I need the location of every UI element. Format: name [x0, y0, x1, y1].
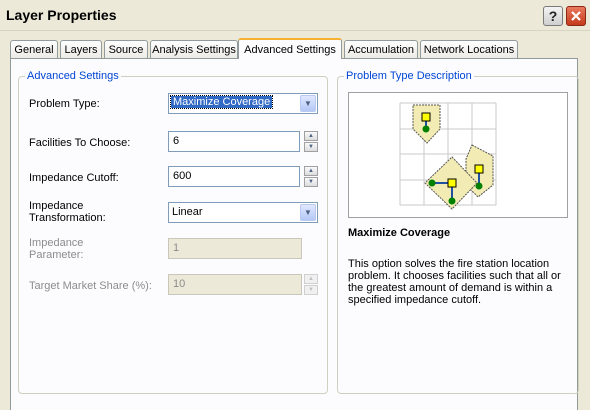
market-share-spinner: ▲ ▼ [304, 274, 318, 295]
spin-down-icon: ▼ [304, 285, 318, 295]
cutoff-input[interactable]: 600 [168, 166, 300, 187]
dropdown-arrow-icon[interactable]: ▼ [300, 95, 316, 112]
facilities-input[interactable]: 6 [168, 131, 300, 152]
tab-source[interactable]: Source [104, 40, 148, 58]
tab-network-locations[interactable]: Network Locations [420, 40, 518, 58]
parameter-label-line2: Parameter: [29, 249, 84, 261]
dropdown-arrow-icon[interactable]: ▼ [300, 204, 316, 221]
coverage-area-1 [412, 104, 441, 144]
transformation-dropdown[interactable]: Linear ▼ [168, 202, 318, 223]
transformation-label-line1: Impedance [29, 200, 84, 212]
title-bar: Layer Properties ? [0, 0, 590, 31]
problem-type-dropdown[interactable]: Maximize Coverage ▼ [168, 93, 318, 114]
parameter-label-line1: Impedance [29, 237, 84, 249]
tab-accumulation[interactable]: Accumulation [344, 40, 418, 58]
tab-analysis-settings[interactable]: Analysis Settings [150, 40, 238, 58]
spin-down-icon[interactable]: ▼ [304, 142, 318, 152]
tab-advanced-settings[interactable]: Advanced Settings [238, 38, 342, 59]
problem-type-label: Problem Type: [29, 98, 100, 110]
parameter-input: 1 [168, 238, 302, 259]
help-icon: ? [548, 8, 558, 24]
spin-up-icon[interactable]: ▲ [304, 131, 318, 141]
description-legend: Problem Type Description [344, 70, 474, 82]
tab-general[interactable]: General [10, 40, 58, 58]
problem-type-value: Maximize Coverage [169, 95, 274, 109]
spin-up-icon: ▲ [304, 274, 318, 284]
tab-layers[interactable]: Layers [60, 40, 102, 58]
market-share-input: 10 [168, 274, 302, 295]
spin-down-icon[interactable]: ▼ [304, 177, 318, 187]
help-button[interactable]: ? [543, 6, 563, 26]
description-body: This option solves the fire station loca… [348, 258, 561, 306]
transformation-label-line2: Transformation: [29, 212, 106, 224]
advanced-settings-legend: Advanced Settings [25, 70, 121, 82]
maximize-coverage-illustration [399, 102, 497, 210]
advanced-settings-group: Advanced Settings [18, 70, 328, 394]
description-title: Maximize Coverage [348, 227, 451, 239]
market-share-label: Target Market Share (%): [29, 280, 152, 292]
facilities-spinner[interactable]: ▲ ▼ [304, 131, 318, 152]
cutoff-spinner[interactable]: ▲ ▼ [304, 166, 318, 187]
spin-up-icon[interactable]: ▲ [304, 166, 318, 176]
facilities-label: Facilities To Choose: [29, 137, 131, 149]
cutoff-label: Impedance Cutoff: [29, 172, 119, 184]
problem-type-diagram [348, 92, 568, 218]
transformation-value: Linear [172, 206, 203, 218]
close-icon [571, 11, 581, 21]
close-button[interactable] [566, 6, 586, 26]
window-title: Layer Properties [6, 7, 117, 23]
